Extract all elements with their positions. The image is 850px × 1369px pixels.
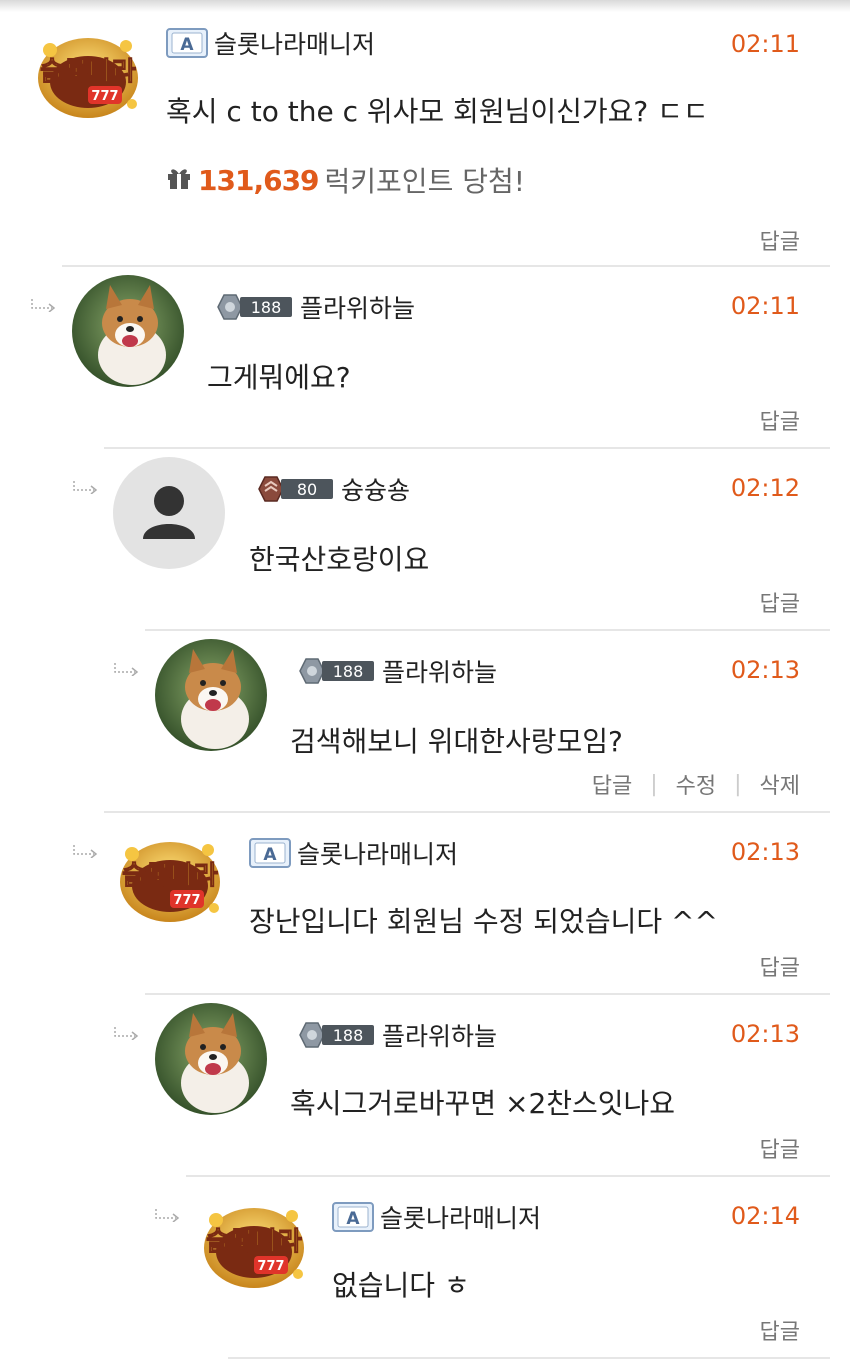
level-badge-icon: 188 [298, 656, 376, 686]
divider [104, 447, 830, 449]
author-name[interactable]: 플라위하늘 [382, 653, 497, 689]
level-badge-icon: 188 [216, 292, 294, 322]
reply-arrow-icon [114, 663, 139, 676]
level-number: 188 [333, 1026, 364, 1045]
reply-button[interactable]: 답글 [760, 950, 800, 982]
reply-arrow-icon [155, 1209, 180, 1222]
author-name[interactable]: 플라위하늘 [300, 289, 415, 325]
points-value: 131,639 [198, 163, 320, 197]
comment-text: 검색해보니 위대한사랑모임? [290, 725, 623, 758]
edit-button[interactable]: 수정 [676, 768, 716, 800]
reply-arrow-icon [73, 481, 98, 494]
comment-actions: 답글 [760, 586, 800, 618]
delete-button[interactable]: 삭제 [760, 768, 800, 800]
reply-button[interactable]: 답글 [760, 224, 800, 256]
avatar-default[interactable] [113, 457, 225, 569]
avatar-dog[interactable] [72, 275, 184, 387]
reply-button[interactable]: 답글 [760, 1132, 800, 1164]
comment-header: 188 플라위하늘 [216, 290, 415, 324]
comment-header: 188 플라위하늘 [298, 1018, 497, 1052]
author-name[interactable]: 플라위하늘 [382, 1017, 497, 1053]
comment-time: 02:12 [730, 474, 800, 502]
separator: | [734, 771, 742, 797]
admin-badge-icon: A [332, 1202, 374, 1232]
avatar-dog[interactable] [155, 639, 267, 751]
gift-icon [166, 164, 192, 197]
comment-text: 그게뭐에요? [207, 361, 351, 394]
divider [145, 993, 830, 995]
author-name[interactable]: 슬롯나라매니저 [297, 835, 458, 871]
comment-text: 혹시 c to the c 위사모 회원님이신가요? ㄷㄷ [166, 95, 709, 128]
svg-text:슬롯나라: 슬롯나라 [40, 57, 136, 87]
svg-text:777: 777 [91, 89, 118, 104]
divider [186, 1175, 830, 1177]
reply-button[interactable]: 답글 [592, 768, 632, 800]
comment-actions: 답글 [760, 404, 800, 436]
comment-actions: 답글 [760, 1314, 800, 1346]
avatar-slotnara-logo[interactable]: 슬롯나라 777 [194, 1190, 314, 1302]
svg-text:A: A [346, 1209, 360, 1229]
svg-text:777: 777 [173, 893, 200, 908]
avatar-slotnara-logo[interactable]: 슬롯나라 777 [110, 824, 230, 936]
comment-header: A 슬롯나라매니저 [249, 836, 458, 870]
reply-button[interactable]: 답글 [760, 1314, 800, 1346]
comment-2: 188 플라위하늘 02:11 그게뭐에요? 답글 [0, 272, 850, 450]
comment-7: 슬롯나라 777 A 슬롯나라매니저 02:14 없습니다 ㅎ 답글 [0, 1182, 850, 1360]
level-badge-icon: 188 [298, 1020, 376, 1050]
comment-3: 80 슝슝숑 02:12 한국산호랑이요 답글 [0, 454, 850, 632]
divider [228, 1357, 830, 1359]
lucky-points: 131,639 럭키포인트 당첨! [166, 160, 525, 200]
comment-actions: 답글 [760, 950, 800, 982]
reply-button[interactable]: 답글 [760, 586, 800, 618]
comment-text: 한국산호랑이요 [249, 543, 430, 576]
admin-badge-icon: A [249, 838, 291, 868]
comment-actions: 답글 [760, 1132, 800, 1164]
reply-arrow-icon [73, 845, 98, 858]
svg-text:777: 777 [257, 1259, 284, 1274]
comment-time: 02:11 [730, 30, 800, 58]
reply-button[interactable]: 답글 [760, 404, 800, 436]
comment-header: A 슬롯나라매니저 [332, 1200, 541, 1234]
person-icon [143, 486, 195, 539]
comment-time: 02:13 [730, 656, 800, 684]
separator: | [650, 771, 658, 797]
level-number: 188 [251, 298, 282, 317]
avatar-slotnara-logo[interactable]: 슬롯나라 777 [28, 20, 148, 132]
svg-text:A: A [263, 845, 277, 865]
comment-time: 02:11 [730, 292, 800, 320]
comment-1: 슬롯나라 777 A 슬롯나라매니저 02:11 혹시 c to the c 위… [0, 18, 850, 268]
reply-arrow-icon [114, 1027, 139, 1040]
svg-text:슬롯나라: 슬롯나라 [122, 861, 218, 891]
level-number: 80 [297, 480, 317, 499]
comment-time: 02:13 [730, 1020, 800, 1048]
divider [104, 811, 830, 813]
comment-header: 80 슝슝숑 [257, 472, 410, 506]
comment-time: 02:13 [730, 838, 800, 866]
comment-time: 02:14 [730, 1202, 800, 1230]
author-name[interactable]: 슝슝숑 [341, 471, 410, 507]
divider [145, 629, 830, 631]
svg-text:슬롯나라: 슬롯나라 [206, 1227, 302, 1257]
divider [62, 265, 830, 267]
reply-arrow-icon [31, 299, 56, 312]
author-name[interactable]: 슬롯나라매니저 [214, 25, 375, 61]
comment-actions: 답글 | 수정 | 삭제 [592, 768, 800, 800]
comment-text: 장난입니다 회원님 수정 되었습니다 ^^ [249, 905, 718, 938]
admin-badge-icon: A [166, 28, 208, 58]
comment-header: A 슬롯나라매니저 [166, 26, 375, 60]
level-badge-icon: 80 [257, 474, 335, 504]
comment-actions: 답글 [760, 224, 800, 256]
comment-6: 188 플라위하늘 02:13 혹시그거로바꾸면 ×2찬스잇나요 답글 [0, 1000, 850, 1178]
avatar-dog[interactable] [155, 1003, 267, 1115]
comment-5: 슬롯나라 777 A 슬롯나라매니저 02:13 장난입니다 회원님 수정 되었… [0, 818, 850, 996]
points-label: 럭키포인트 당첨! [324, 165, 525, 198]
level-number: 188 [333, 662, 364, 681]
svg-text:A: A [180, 35, 194, 55]
comment-4: 188 플라위하늘 02:13 검색해보니 위대한사랑모임? 답글 | 수정 |… [0, 636, 850, 814]
comment-text: 없습니다 ㅎ [332, 1269, 470, 1302]
top-shadow [0, 0, 850, 12]
comment-text: 혹시그거로바꾸면 ×2찬스잇나요 [290, 1087, 676, 1120]
author-name[interactable]: 슬롯나라매니저 [380, 1199, 541, 1235]
comment-header: 188 플라위하늘 [298, 654, 497, 688]
